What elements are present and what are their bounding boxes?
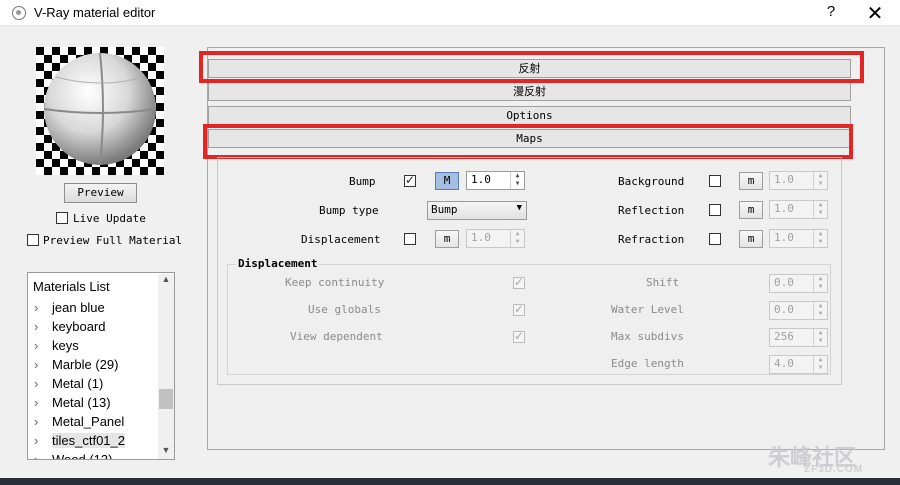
materials-list-header: Materials List [33,279,110,294]
watermark-logo: 朱峰社区 ZF3D.COM [768,445,864,475]
spinner-arrows-icon[interactable]: ▲ ▼ [813,329,827,346]
spinner-arrows-icon[interactable]: ▲ ▼ [813,172,827,189]
dropdown-arrow-icon[interactable]: ▼ [517,203,522,213]
background-checkbox[interactable] [709,175,721,187]
displacement-group-title: Displacement [236,257,320,270]
list-item[interactable]: › Metal (1) [34,376,103,391]
chevron-right-icon[interactable]: › [34,433,38,448]
background-map-button[interactable]: m [739,172,763,190]
refraction-amount-spinner[interactable]: 1.0 ▲ ▼ [769,229,828,248]
list-item-selected[interactable]: › tiles_ctf01_2 [34,433,125,448]
refraction-label: Refraction [618,233,685,246]
spinner-arrows-icon[interactable]: ▲ ▼ [813,230,827,247]
chevron-right-icon[interactable]: › [34,395,38,410]
edge-length-label: Edge length [611,357,684,370]
max-subdivs-label: Max subdivs [611,330,684,343]
reflection-label: Reflection [618,204,685,217]
spinner-arrows-icon[interactable]: ▲ ▼ [813,356,827,373]
spinner-arrows-icon[interactable]: ▲ ▼ [813,302,827,319]
scrollbar-thumb[interactable] [159,389,173,409]
list-item[interactable]: › Marble (29) [34,357,118,372]
background-label: Background [618,175,685,188]
chevron-right-icon[interactable]: › [34,300,38,315]
reflection-amount-spinner[interactable]: 1.0 ▲ ▼ [769,200,828,219]
use-globals-label: Use globals [308,303,381,316]
preview-button[interactable]: Preview [64,183,137,203]
live-update-checkbox[interactable] [56,212,68,224]
materials-list[interactable]: Materials List › jean blue › keyboard › key… [27,272,175,460]
bump-map-button[interactable]: M [435,172,459,190]
displacement-label: Displacement [301,233,381,246]
vray-app-icon [12,6,26,20]
view-dependent-checkbox[interactable] [513,329,525,343]
bump-type-dropdown[interactable]: Bump ▼ [427,201,527,220]
chevron-right-icon[interactable]: › [34,452,38,459]
material-preview-image [36,47,164,175]
keep-continuity-checkbox[interactable] [513,275,525,289]
chevron-right-icon[interactable]: › [34,376,38,391]
bump-type-label: Bump type [319,204,379,217]
max-subdivs-spinner[interactable]: 256 ▲ ▼ [769,328,828,347]
water-level-label: Water Level [611,303,684,316]
preview-full-material-checkbox[interactable] [27,234,39,246]
keep-continuity-label: Keep continuity [285,276,385,289]
chevron-right-icon[interactable]: › [34,357,38,372]
rollout-options[interactable]: Options [208,106,851,125]
edge-length-spinner[interactable]: 4.0 ▲ ▼ [769,355,828,374]
taskbar-strip [0,478,900,485]
chevron-right-icon[interactable]: › [34,319,38,334]
spinner-arrows-icon[interactable]: ▲ ▼ [813,275,827,292]
list-item[interactable]: › Wood (13) [34,452,112,459]
list-item[interactable]: › Metal_Panel [34,414,124,429]
list-item[interactable]: › keyboard [34,319,105,334]
background-amount-spinner[interactable]: 1.0 ▲ ▼ [769,171,828,190]
bump-amount-spinner[interactable]: 1.0 ▲ ▼ [466,171,525,190]
bump-checkbox[interactable] [404,173,416,187]
rollout-reflection[interactable]: 反射 [208,59,851,78]
title-bar: V-Ray material editor ? ✕ [0,0,900,26]
shift-label: Shift [646,276,680,289]
preview-full-material-label: Preview Full Material [43,234,183,247]
list-item[interactable]: › keys [34,338,79,353]
materials-list-scrollbar[interactable]: ▲ ▼ [158,274,174,459]
reflection-map-button[interactable]: m [739,201,763,219]
help-button[interactable]: ? [823,3,839,23]
reflection-checkbox[interactable] [709,204,721,216]
displacement-amount-spinner[interactable]: 1.0 ▲ ▼ [466,229,525,248]
scroll-up-icon[interactable]: ▲ [158,274,174,288]
displacement-checkbox[interactable] [404,233,416,245]
shift-spinner[interactable]: 0.0 ▲ ▼ [769,274,828,293]
spinner-arrows-icon[interactable]: ▲ ▼ [510,172,524,189]
spinner-arrows-icon[interactable]: ▲ ▼ [510,230,524,247]
bump-label: Bump [349,175,376,188]
chevron-right-icon[interactable]: › [34,338,38,353]
window-title: V-Ray material editor [34,5,156,20]
use-globals-checkbox[interactable] [513,302,525,316]
list-item[interactable]: › Metal (13) [34,395,111,410]
close-button[interactable]: ✕ [862,1,888,25]
refraction-map-button[interactable]: m [739,230,763,248]
rollout-diffuse[interactable]: 漫反射 [208,82,851,101]
live-update-label: Live Update [73,212,146,225]
view-dependent-label: View dependent [290,330,383,343]
rollout-maps[interactable]: Maps [208,129,851,148]
spinner-arrows-icon[interactable]: ▲ ▼ [813,201,827,218]
refraction-checkbox[interactable] [709,233,721,245]
scroll-down-icon[interactable]: ▼ [158,445,174,459]
list-item[interactable]: › jean blue [34,300,105,315]
displacement-map-button[interactable]: m [435,230,459,248]
chevron-right-icon[interactable]: › [34,414,38,429]
water-level-spinner[interactable]: 0.0 ▲ ▼ [769,301,828,320]
